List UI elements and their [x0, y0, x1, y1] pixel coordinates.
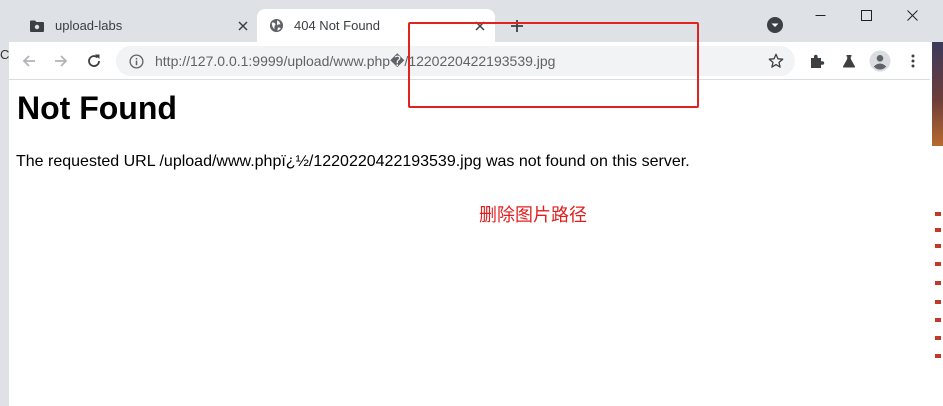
info-icon[interactable] [128, 53, 144, 69]
avatar-icon [869, 50, 891, 72]
minimize-icon [815, 14, 825, 16]
page-content: Not Found The requested URL /upload/www.… [9, 80, 930, 406]
forward-button[interactable] [49, 49, 73, 73]
arrow-right-icon [55, 55, 68, 67]
maximize-icon [860, 9, 872, 21]
maximize-button[interactable] [843, 0, 889, 30]
profile-button[interactable] [868, 49, 892, 73]
puzzle-icon [811, 54, 825, 68]
tab-upload-labs[interactable]: upload-labs [18, 9, 258, 42]
bookmark-star-icon[interactable] [767, 52, 785, 70]
annotation-label: 删除图片路径 [479, 205, 587, 226]
minimize-button[interactable] [797, 0, 843, 30]
reload-button[interactable] [82, 49, 106, 73]
chevron-down-icon [767, 17, 783, 33]
reload-icon [88, 54, 100, 67]
close-icon [906, 9, 918, 21]
arrow-left-icon [22, 55, 35, 67]
flask-icon [842, 55, 856, 68]
background-image-strip [932, 42, 943, 146]
globe-icon [268, 18, 284, 34]
more-vert-icon [911, 54, 915, 68]
error-message: The requested URL /upload/www.phpï¿½/122… [16, 153, 690, 170]
back-button[interactable] [17, 49, 41, 73]
background-window-glyph: C [0, 47, 10, 62]
tab-search-button[interactable] [765, 15, 785, 35]
background-desktop-edge [930, 0, 943, 406]
background-window-edge: C [0, 0, 9, 406]
labs-button[interactable] [837, 49, 861, 73]
tab-title: upload-labs [55, 18, 123, 33]
page-heading: Not Found [17, 90, 177, 126]
close-tab-icon[interactable] [234, 17, 252, 35]
extensions-button[interactable] [805, 49, 829, 73]
close-window-button[interactable] [889, 0, 935, 30]
menu-button[interactable] [901, 49, 925, 73]
highlight-box [408, 22, 699, 108]
folder-icon [29, 18, 45, 34]
